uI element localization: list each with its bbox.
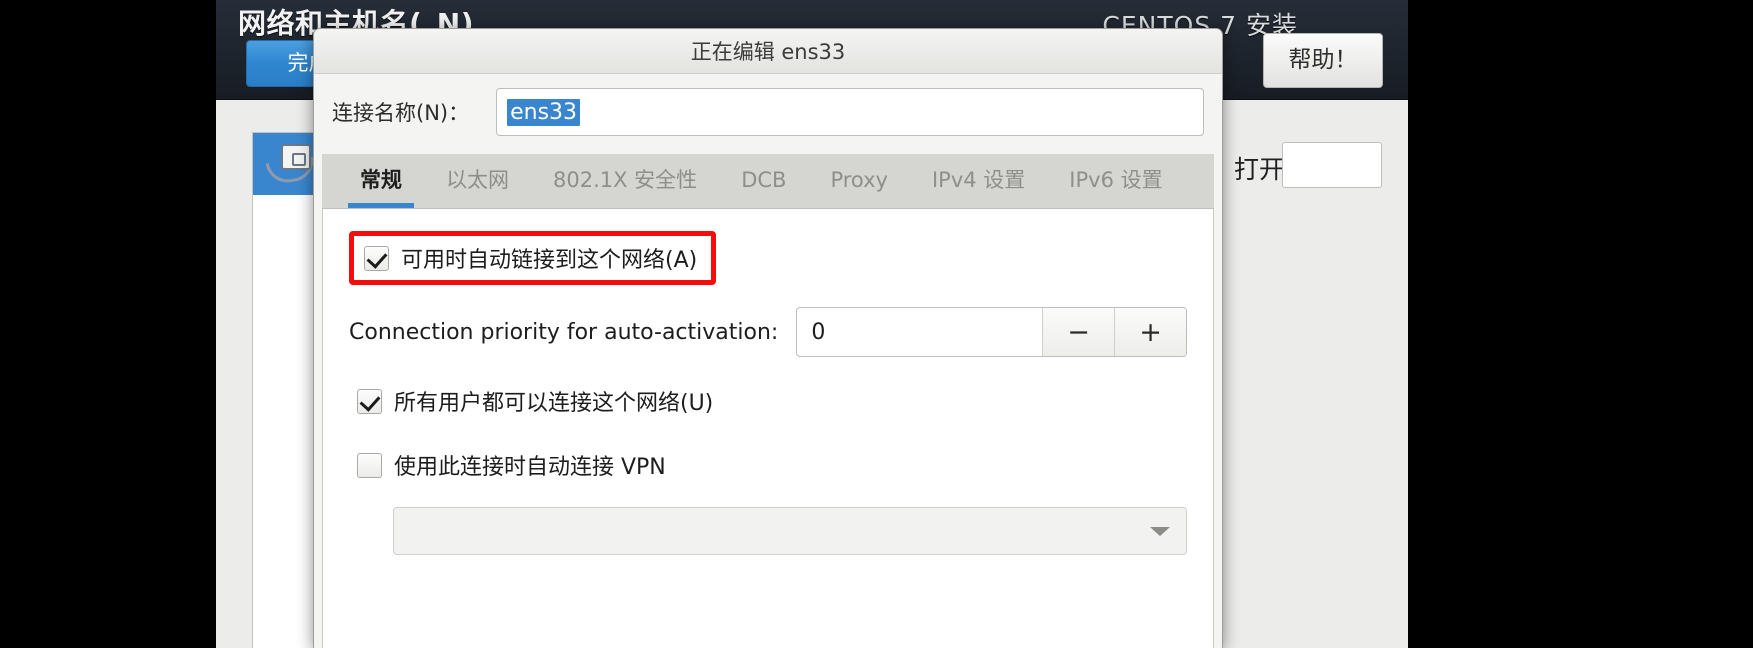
vpn-autoconnect-row: 使用此连接时自动连接 VPN (349, 449, 1187, 481)
dialog-tabs: 常规 以太网 802.1X 安全性 DCB Proxy IPv4 设置 IPv6… (322, 154, 1214, 209)
all-users-label: 所有用户都可以连接这个网络(U) (394, 391, 714, 416)
connection-priority-value[interactable]: 0 (797, 308, 1042, 356)
device-toggle-switch[interactable] (1282, 142, 1382, 188)
tab-dcb[interactable]: DCB (719, 156, 808, 208)
tab-ipv6[interactable]: IPv6 设置 (1047, 156, 1184, 208)
vpn-autoconnect-checkbox[interactable] (357, 452, 382, 478)
general-tab-panel: 可用时自动链接到这个网络(A) Connection priority for … (322, 209, 1214, 648)
autoconnect-checkbox[interactable] (364, 245, 389, 271)
vpn-connection-select[interactable] (393, 507, 1187, 555)
autoconnect-label: 可用时自动链接到这个网络(A) (401, 248, 698, 273)
ethernet-icon (265, 144, 317, 186)
all-users-row: 所有用户都可以连接这个网络(U) (349, 385, 1187, 417)
screen-root: 网络和主机名(_N) CENTOS 7 安装 完成(_D) 帮助！ 打开 正在编… (0, 0, 1753, 648)
help-button[interactable]: 帮助！ (1263, 33, 1383, 88)
connection-name-label: 连接名称(N)： (332, 101, 470, 125)
tab-proxy[interactable]: Proxy (808, 156, 910, 208)
tab-8021x[interactable]: 802.1X 安全性 (531, 156, 719, 208)
tab-ethernet[interactable]: 以太网 (424, 156, 531, 208)
letterbox-right (1408, 0, 1753, 648)
stepper-increment-button[interactable]: + (1114, 308, 1186, 356)
all-users-checkbox[interactable] (357, 388, 382, 414)
vpn-autoconnect-label: 使用此连接时自动连接 VPN (394, 455, 666, 480)
stepper-decrement-button[interactable]: − (1042, 308, 1114, 356)
dialog-title: 正在编辑 ens33 (690, 40, 846, 64)
edit-connection-dialog: 正在编辑 ens33 连接名称(N)： ens33 常规 以太网 802.1X … (313, 28, 1223, 648)
tab-general[interactable]: 常规 (338, 156, 424, 208)
letterbox-left (0, 0, 216, 648)
connection-name-value: ens33 (507, 98, 581, 126)
connection-priority-row: Connection priority for auto-activation:… (349, 307, 1187, 357)
tab-ipv4[interactable]: IPv4 设置 (910, 156, 1047, 208)
connection-priority-stepper[interactable]: 0 − + (796, 307, 1187, 357)
chevron-down-icon (1150, 526, 1170, 536)
dialog-titlebar: 正在编辑 ens33 (314, 29, 1222, 74)
annotation-highlight-box: 可用时自动链接到这个网络(A) (349, 231, 717, 285)
connection-priority-label: Connection priority for auto-activation: (349, 319, 779, 345)
connection-name-row: 连接名称(N)： ens33 (314, 74, 1222, 148)
device-state-label: 打开 (1233, 155, 1284, 184)
connection-name-input[interactable]: ens33 (496, 88, 1204, 136)
